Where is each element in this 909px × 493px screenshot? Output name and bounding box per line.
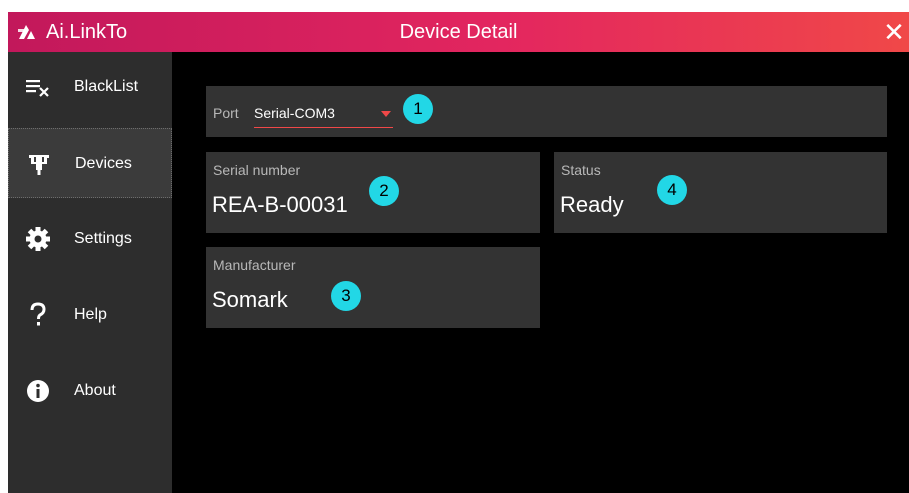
sidebar-item-label: Help xyxy=(74,306,107,323)
callout-badge: 3 xyxy=(331,281,361,311)
sidebar-item-help[interactable]: Help xyxy=(8,280,172,350)
status-value: Ready xyxy=(560,192,624,217)
dropdown-caret-icon xyxy=(381,111,391,117)
port-label: Port xyxy=(213,105,239,121)
gear-icon xyxy=(26,227,50,251)
sidebar-item-label: Devices xyxy=(75,155,132,172)
manufacturer-card: Manufacturer Somark 3 xyxy=(206,247,540,328)
sidebar-item-label: Settings xyxy=(74,230,132,247)
status-card: Status Ready 4 xyxy=(554,152,887,233)
callout-badge: 4 xyxy=(657,175,687,205)
info-icon xyxy=(27,380,49,402)
title-bar: Ai.LinkTo Device Detail ✕ xyxy=(8,12,909,52)
status-label: Status xyxy=(561,162,601,178)
sidebar-item-devices[interactable]: Devices xyxy=(8,128,172,198)
app-window: Ai.LinkTo Device Detail ✕ BlackList Devi… xyxy=(8,12,909,493)
manufacturer-value: Somark xyxy=(212,287,288,312)
serial-number-value: REA-B-00031 xyxy=(212,192,348,217)
sidebar: BlackList Devices Settings Help About xyxy=(8,52,172,493)
sidebar-item-settings[interactable]: Settings xyxy=(8,204,172,274)
sidebar-item-label: About xyxy=(74,382,116,399)
close-button[interactable]: ✕ xyxy=(879,14,909,50)
window-title: Device Detail xyxy=(399,21,518,43)
serial-number-card: Serial number REA-B-00031 2 xyxy=(206,152,540,233)
callout-badge: 1 xyxy=(403,94,433,124)
port-card: Port Serial-COM3 1 xyxy=(206,86,887,137)
port-select[interactable]: Serial-COM3 xyxy=(254,100,393,128)
manufacturer-label: Manufacturer xyxy=(213,257,296,273)
device-plug-icon xyxy=(29,155,49,175)
callout-badge: 2 xyxy=(369,176,399,206)
question-icon xyxy=(30,302,46,326)
sidebar-item-label: BlackList xyxy=(74,78,139,95)
sidebar-item-blacklist[interactable]: BlackList xyxy=(8,52,172,122)
serial-number-label: Serial number xyxy=(213,162,301,178)
sidebar-item-about[interactable]: About xyxy=(8,356,172,426)
port-selected-value: Serial-COM3 xyxy=(254,105,335,121)
blacklist-icon xyxy=(26,80,49,97)
